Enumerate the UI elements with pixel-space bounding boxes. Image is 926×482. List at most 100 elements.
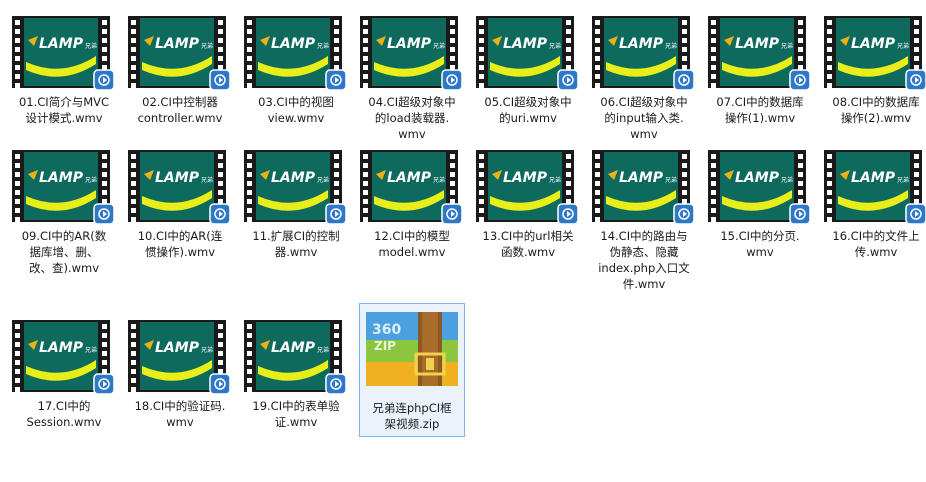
file-item-video[interactable]: LAMP 兄弟 03.CI中的视图 view.wmv [244,16,348,128]
file-name-label: 03.CI中的视图 view.wmv [244,94,348,126]
file-item-video[interactable]: LAMP 兄弟 12.CI中的模型 model.wmv [360,150,464,262]
file-item-zip[interactable]: 360 ZIP 兄弟连phpCI框 架视频.zip [359,303,465,437]
file-name-line: wmv [166,415,194,429]
video-thumbnail: LAMP 兄弟 [824,16,926,91]
svg-text:兄弟: 兄弟 [317,346,329,354]
file-name-line: 伪静态、隐藏 [609,245,679,259]
file-name-line: 传.wmv [854,245,898,259]
video-thumbnail: LAMP 兄弟 [824,150,926,225]
file-item-video[interactable]: LAMP 兄弟 01.CI简介与MVC 设计模式.wmv [12,16,116,128]
file-name-label: 19.CI中的表单验 证.wmv [244,398,348,430]
video-thumbnail-wrap: LAMP 兄弟 [360,150,464,225]
file-name-line: model.wmv [378,245,446,259]
file-name-line: 02.CI中控制器 [142,95,218,109]
file-item-video[interactable]: LAMP 兄弟 06.CI超级对象中 的input输入类. wmv [592,16,696,144]
zip-thumbnail: 360 ZIP [360,310,464,386]
svg-text:360: 360 [372,322,401,338]
file-item-video[interactable]: LAMP 兄弟 09.CI中的AR(数 据库增、删、 改、查).wmv [12,150,116,278]
file-item-video[interactable]: LAMP 兄弟 18.CI中的验证码. wmv [128,320,232,432]
file-name-line: 器.wmv [274,245,318,259]
file-item-video[interactable]: LAMP 兄弟 17.CI中的 Session.wmv [12,320,116,432]
video-thumbnail-wrap: LAMP 兄弟 [244,320,348,395]
svg-text:兄弟: 兄弟 [85,42,97,50]
svg-text:兄弟: 兄弟 [201,42,213,50]
video-thumbnail-wrap: LAMP 兄弟 [128,150,232,225]
file-name-line: Session.wmv [26,415,102,429]
file-name-line: 据库增、删、 [29,245,99,259]
file-name-label: 10.CI中的AR(连 惯操作).wmv [128,228,232,260]
file-item-video[interactable]: LAMP 兄弟 13.CI中的url相关 函数.wmv [476,150,580,262]
video-thumbnail: LAMP 兄弟 [592,150,695,225]
video-thumbnail: LAMP 兄弟 [360,16,463,91]
file-name-label: 07.CI中的数据库 操作(1).wmv [708,94,812,126]
svg-text:LAMP: LAMP [735,36,780,52]
file-item-video[interactable]: LAMP 兄弟 04.CI超级对象中 的load装载器. wmv [360,16,464,144]
video-thumbnail-wrap: LAMP 兄弟 [592,16,696,91]
file-name-line: index.php入口文 [598,261,690,275]
file-item-video[interactable]: LAMP 兄弟 14.CI中的路由与 伪静态、隐藏 index.php入口文 件.wm… [592,150,696,294]
file-name-line: 设计模式.wmv [25,111,103,125]
file-item-video[interactable]: LAMP 兄弟 10.CI中的AR(连 惯操作).wmv [128,150,232,262]
video-thumbnail: LAMP 兄弟 [360,150,463,225]
file-item-video[interactable]: LAMP 兄弟 08.CI中的数据库 操作(2).wmv [824,16,926,128]
video-thumbnail: LAMP 兄弟 [12,16,115,91]
video-thumbnail-wrap: LAMP 兄弟 [12,320,116,395]
file-name-label: 08.CI中的数据库 操作(2).wmv [824,94,926,126]
video-thumbnail: LAMP 兄弟 [244,16,347,91]
file-item-video[interactable]: LAMP 兄弟 16.CI中的文件上 传.wmv [824,150,926,262]
file-name-line: 04.CI超级对象中 [368,95,456,109]
svg-text:LAMP: LAMP [155,170,200,186]
file-name-line: view.wmv [267,111,325,125]
file-name-line: 11.扩展CI的控制 [252,229,340,243]
video-thumbnail: LAMP 兄弟 [476,16,579,91]
file-name-line: 12.CI中的模型 [374,229,450,243]
file-name-line: 的uri.wmv [499,111,557,125]
svg-text:兄弟: 兄弟 [549,176,561,184]
video-thumbnail: LAMP 兄弟 [12,320,115,395]
svg-text:LAMP: LAMP [851,36,896,52]
file-item-video[interactable]: LAMP 兄弟 11.扩展CI的控制 器.wmv [244,150,348,262]
file-name-line: 操作(1).wmv [724,111,796,125]
video-thumbnail: LAMP 兄弟 [128,16,231,91]
svg-text:LAMP: LAMP [619,170,664,186]
file-name-line: 惯操作).wmv [144,245,216,259]
file-explorer-view: { "files": [ {"name": "01.CI简介与MVC设计模式.w… [0,0,926,482]
file-item-video[interactable]: LAMP 兄弟 05.CI超级对象中 的uri.wmv [476,16,580,128]
file-name-label: 15.CI中的分页. wmv [708,228,812,260]
file-name-label: 12.CI中的模型 model.wmv [360,228,464,260]
svg-text:兄弟: 兄弟 [317,176,329,184]
file-item-video[interactable]: LAMP 兄弟 07.CI中的数据库 操作(1).wmv [708,16,812,128]
svg-text:LAMP: LAMP [271,340,316,356]
file-name-line: 09.CI中的AR(数 [21,229,107,243]
file-name-label: 09.CI中的AR(数 据库增、删、 改、查).wmv [12,228,116,276]
svg-text:LAMP: LAMP [735,170,780,186]
file-name-line: 改、查).wmv [28,261,100,275]
svg-text:兄弟: 兄弟 [549,42,561,50]
file-name-line: 17.CI中的 [37,399,91,413]
video-thumbnail-wrap: LAMP 兄弟 [476,150,580,225]
file-name-label: 14.CI中的路由与 伪静态、隐藏 index.php入口文 件.wmv [592,228,696,292]
file-name-line: 件.wmv [622,277,666,291]
file-item-video[interactable]: LAMP 兄弟 15.CI中的分页. wmv [708,150,812,262]
svg-text:兄弟: 兄弟 [665,42,677,50]
video-thumbnail-wrap: LAMP 兄弟 [360,16,464,91]
svg-text:LAMP: LAMP [271,170,316,186]
svg-text:LAMP: LAMP [503,170,548,186]
video-thumbnail: LAMP 兄弟 [128,150,231,225]
video-thumbnail: LAMP 兄弟 [244,150,347,225]
file-name-label: 16.CI中的文件上 传.wmv [824,228,926,260]
file-name-label: 11.扩展CI的控制 器.wmv [244,228,348,260]
video-thumbnail: LAMP 兄弟 [592,16,695,91]
video-thumbnail-wrap: LAMP 兄弟 [128,16,232,91]
svg-text:LAMP: LAMP [39,340,84,356]
file-name-line: 操作(2).wmv [840,111,912,125]
svg-text:LAMP: LAMP [155,36,200,52]
svg-text:LAMP: LAMP [271,36,316,52]
video-thumbnail: LAMP 兄弟 [244,320,347,395]
file-name-line: wmv [746,245,774,259]
video-thumbnail-wrap: LAMP 兄弟 [824,16,926,91]
file-item-video[interactable]: LAMP 兄弟 19.CI中的表单验 证.wmv [244,320,348,432]
svg-text:兄弟: 兄弟 [897,42,909,50]
file-item-video[interactable]: LAMP 兄弟 02.CI中控制器 controller.wmv [128,16,232,128]
file-name-line: 16.CI中的文件上 [832,229,920,243]
